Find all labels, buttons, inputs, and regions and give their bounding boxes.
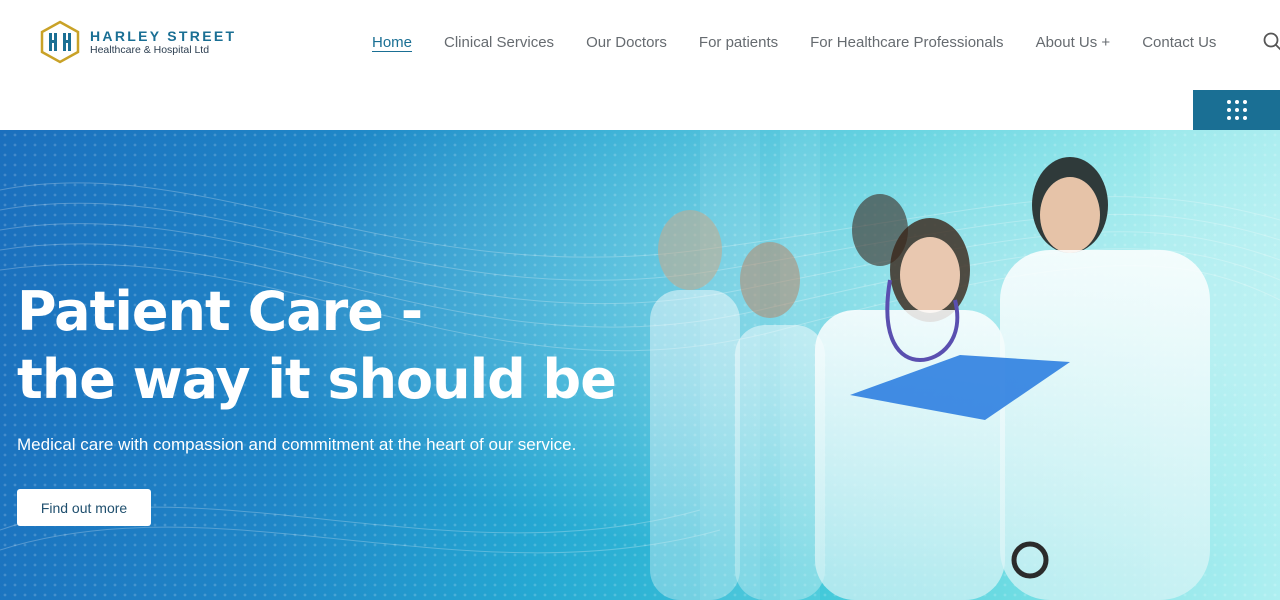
logo-text: HARLEY STREET Healthcare & Hospital Ltd: [90, 28, 236, 57]
site-header: HARLEY STREET Healthcare & Hospital Ltd …: [0, 0, 1280, 130]
hero-title: Patient Care - the way it should be: [17, 278, 617, 414]
hero-banner: Patient Care - the way it should be Medi…: [0, 130, 1280, 600]
logo-title: HARLEY STREET: [90, 27, 237, 44]
logo-hexagon-icon: [40, 20, 80, 64]
nav-for-patients[interactable]: For patients: [699, 32, 778, 54]
nav-our-doctors[interactable]: Our Doctors: [586, 32, 667, 54]
main-nav: Home Clinical Services Our Doctors For p…: [372, 32, 1248, 54]
logo-subtitle: Healthcare & Hospital Ltd: [90, 43, 210, 56]
grid-dots-icon: [1226, 100, 1247, 120]
hero-title-line1: Patient Care -: [17, 280, 423, 343]
grid-menu-button[interactable]: [1193, 90, 1280, 130]
nav-about-us[interactable]: About Us +: [1036, 32, 1111, 54]
hero-title-line2: the way it should be: [17, 348, 617, 411]
search-icon[interactable]: [1262, 31, 1280, 51]
nav-healthcare-professionals[interactable]: For Healthcare Professionals: [810, 32, 1003, 54]
find-out-more-button[interactable]: Find out more: [17, 489, 151, 526]
nav-home[interactable]: Home: [372, 32, 412, 54]
nav-clinical-services[interactable]: Clinical Services: [444, 32, 554, 54]
hero-subtitle: Medical care with compassion and commitm…: [17, 435, 577, 454]
site-logo[interactable]: HARLEY STREET Healthcare & Hospital Ltd: [40, 20, 236, 64]
nav-contact-us[interactable]: Contact Us: [1142, 32, 1216, 54]
